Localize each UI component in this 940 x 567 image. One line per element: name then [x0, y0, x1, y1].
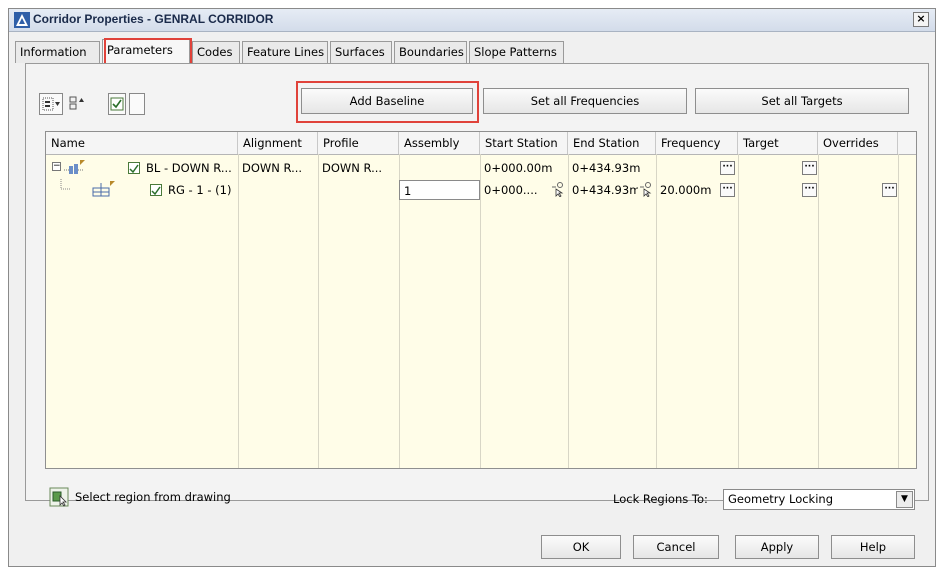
grid-divider: [399, 154, 400, 468]
grid-divider: [480, 154, 481, 468]
grid-header: Name Alignment Profile Assembly Start St…: [46, 132, 916, 155]
close-button[interactable]: ×: [913, 12, 929, 27]
frequency-ellipsis-button[interactable]: ···: [720, 183, 735, 197]
cell-end-station[interactable]: 0+434.93m: [568, 158, 656, 178]
target-ellipsis-button[interactable]: ···: [802, 161, 817, 175]
set-all-frequencies-button[interactable]: Set all Frequencies: [483, 88, 687, 114]
select-region-icon[interactable]: [49, 487, 69, 507]
col-overrides[interactable]: Overrides: [818, 132, 898, 154]
select-region-label[interactable]: Select region from drawing: [75, 490, 231, 504]
col-end-station[interactable]: End Station: [568, 132, 656, 154]
tab-boundaries[interactable]: Boundaries: [394, 41, 467, 63]
table-row[interactable]: RG - 1 - (1) 1 0+000.... 0+434.93m 20.00…: [46, 179, 916, 201]
cell-assembly[interactable]: [399, 158, 480, 178]
col-assembly[interactable]: Assembly: [399, 132, 480, 154]
civil3d-app-icon: [14, 12, 30, 28]
baseline-checkbox[interactable]: [128, 162, 140, 174]
chevron-down-icon[interactable]: ▼: [896, 491, 913, 508]
cancel-button[interactable]: Cancel: [633, 535, 719, 559]
cell-assembly[interactable]: 1: [399, 180, 480, 200]
cell-alignment[interactable]: DOWN R...: [238, 158, 318, 178]
col-profile[interactable]: Profile: [318, 132, 399, 154]
cell-end-station[interactable]: 0+434.93m: [568, 180, 638, 200]
uncheck-all-icon[interactable]: [129, 93, 145, 115]
view-options-icon[interactable]: [39, 93, 63, 115]
collapse-toggle-icon[interactable]: −: [52, 162, 61, 171]
tab-slope-patterns[interactable]: Slope Patterns: [469, 41, 564, 63]
set-all-targets-button[interactable]: Set all Targets: [695, 88, 909, 114]
grid-divider: [818, 154, 819, 468]
corridor-properties-dialog: Corridor Properties - GENRAL CORRIDOR × …: [8, 8, 936, 567]
tree-connector-icon: [60, 179, 70, 190]
lock-regions-select[interactable]: Geometry Locking ▼: [723, 489, 915, 510]
tab-codes[interactable]: Codes: [192, 41, 240, 63]
baseline-grid[interactable]: Name Alignment Profile Assembly Start St…: [45, 131, 917, 469]
lock-regions-label: Lock Regions To:: [613, 492, 708, 506]
cell-name[interactable]: RG - 1 - (1): [164, 180, 238, 200]
grid-divider: [238, 154, 239, 468]
frequency-ellipsis-button[interactable]: ···: [720, 161, 735, 175]
parameters-tab-highlight: [104, 38, 192, 66]
cell-profile[interactable]: DOWN R...: [318, 158, 399, 178]
title-bar[interactable]: Corridor Properties - GENRAL CORRIDOR ×: [9, 9, 935, 32]
lock-regions-value: Geometry Locking: [728, 492, 834, 506]
dialog-title: Corridor Properties - GENRAL CORRIDOR: [33, 12, 274, 26]
add-baseline-highlight: [296, 81, 479, 123]
grid-divider: [656, 154, 657, 468]
cell-frequency[interactable]: 20.000m: [656, 180, 718, 200]
ok-button[interactable]: OK: [541, 535, 621, 559]
overrides-ellipsis-button[interactable]: ···: [882, 183, 897, 197]
pick-station-icon[interactable]: [550, 181, 566, 197]
cell-start-station[interactable]: 0+000.00m: [480, 158, 568, 178]
region-icon: [92, 181, 115, 197]
grid-divider: [318, 154, 319, 468]
grid-divider: [738, 154, 739, 468]
grid-divider: [898, 154, 899, 468]
tab-feature-lines[interactable]: Feature Lines: [242, 41, 328, 63]
col-alignment[interactable]: Alignment: [238, 132, 318, 154]
cell-start-station[interactable]: 0+000....: [480, 180, 548, 200]
help-button[interactable]: Help: [831, 535, 915, 559]
col-name[interactable]: Name: [46, 132, 238, 154]
grid-divider: [568, 154, 569, 468]
apply-button[interactable]: Apply: [735, 535, 819, 559]
target-ellipsis-button[interactable]: ···: [802, 183, 817, 197]
region-checkbox[interactable]: [150, 184, 162, 196]
check-all-icon[interactable]: [108, 93, 126, 115]
pick-station-icon[interactable]: [638, 181, 654, 197]
cell-name[interactable]: BL - DOWN R...: [142, 158, 238, 178]
col-start-station[interactable]: Start Station: [480, 132, 568, 154]
tab-surfaces[interactable]: Surfaces: [330, 41, 392, 63]
table-row[interactable]: − BL - DOWN R... DOWN R... DOWN R... 0+0…: [46, 158, 916, 178]
col-target[interactable]: Target: [738, 132, 818, 154]
baseline-icon: [64, 160, 85, 174]
expand-collapse-icon[interactable]: [67, 93, 89, 115]
col-frequency[interactable]: Frequency: [656, 132, 738, 154]
tab-information[interactable]: Information: [15, 41, 100, 63]
